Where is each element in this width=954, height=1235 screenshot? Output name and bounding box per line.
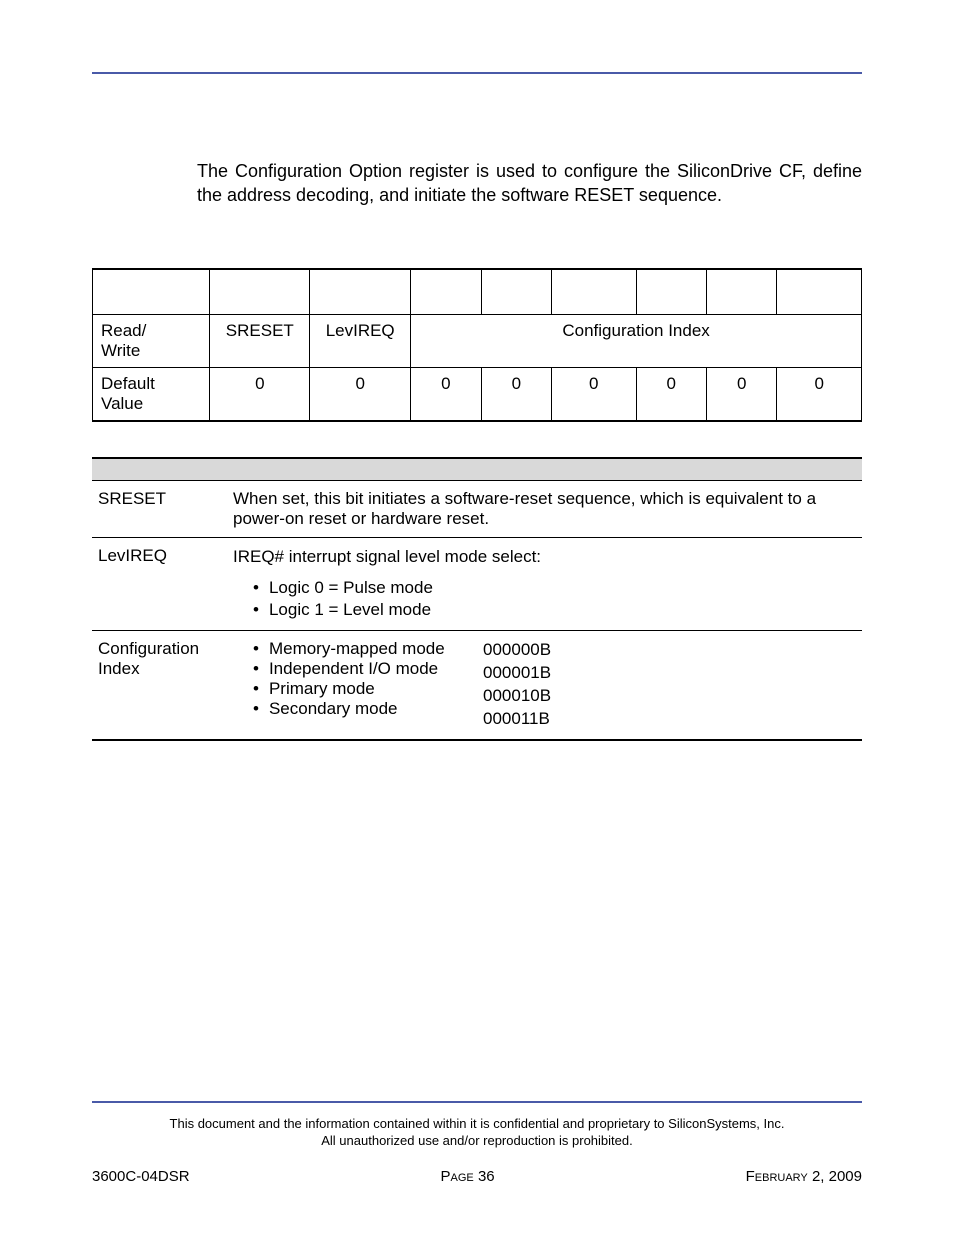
mode-0-code: 000000B (483, 639, 551, 662)
bit2-header (636, 269, 706, 315)
footer-rule (92, 1101, 862, 1103)
bit0-header (777, 269, 862, 315)
default-b7: 0 (210, 368, 310, 422)
rw-bit7: SRESET (210, 315, 310, 368)
levireq-main: IREQ# interrupt signal level mode select… (233, 546, 856, 569)
desc-header (92, 458, 862, 480)
sreset-desc: When set, this bit initiates a software-… (227, 480, 862, 537)
disclaimer-line-1: This document and the information contai… (92, 1115, 862, 1133)
bit7-header (210, 269, 310, 315)
mode-1-label: Independent I/O mode (253, 659, 483, 679)
default-b5: 0 (411, 368, 481, 422)
register-bit-table: Read/ Write SRESET LevIREQ Configuration… (92, 268, 862, 423)
bit-description-table: SRESET When set, this bit initiates a so… (92, 457, 862, 741)
sreset-name: SRESET (92, 480, 227, 537)
top-rule (92, 72, 862, 74)
bit5-header (411, 269, 481, 315)
mode-1-code: 000001B (483, 662, 551, 685)
rw-bit6: LevIREQ (310, 315, 411, 368)
levireq-bullet-1: Logic 1 = Level mode (253, 599, 856, 622)
mode-2-code: 000010B (483, 685, 551, 708)
levireq-name: LevIREQ (92, 537, 227, 631)
default-b3: 0 (552, 368, 637, 422)
default-b1: 0 (706, 368, 776, 422)
rw-label: Read/ Write (93, 315, 210, 368)
bit3-header (552, 269, 637, 315)
default-b2: 0 (636, 368, 706, 422)
mode-3-code: 000011B (483, 708, 551, 731)
disclaimer-line-2: All unauthorized use and/or reproduction… (92, 1132, 862, 1150)
doc-id: 3600C-04DSR (92, 1168, 190, 1185)
default-b4: 0 (481, 368, 551, 422)
intro-paragraph: The Configuration Option register is use… (197, 159, 862, 208)
config-index-desc: Memory-mapped mode Independent I/O mode … (227, 631, 862, 740)
mode-0-label: Memory-mapped mode (253, 639, 483, 659)
default-b6: 0 (310, 368, 411, 422)
header-empty (93, 269, 210, 315)
default-label: Default Value (93, 368, 210, 422)
footer-disclaimer: This document and the information contai… (92, 1115, 862, 1150)
levireq-desc: IREQ# interrupt signal level mode select… (227, 537, 862, 631)
mode-2-label: Primary mode (253, 679, 483, 699)
bit4-header (481, 269, 551, 315)
mode-3-label: Secondary mode (253, 699, 483, 719)
doc-date: February 2, 2009 (746, 1168, 862, 1185)
bit6-header (310, 269, 411, 315)
page-number: Page 36 (441, 1168, 495, 1185)
config-index-name: Configuration Index (92, 631, 227, 740)
default-b0: 0 (777, 368, 862, 422)
rw-config-index: Configuration Index (411, 315, 862, 368)
bit1-header (706, 269, 776, 315)
levireq-bullet-0: Logic 0 = Pulse mode (253, 577, 856, 600)
